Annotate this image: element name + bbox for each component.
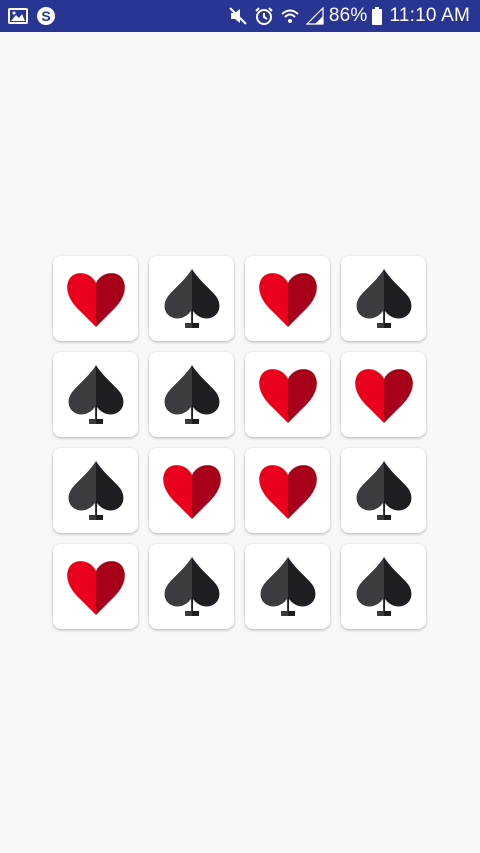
heart-icon: [352, 365, 416, 425]
card-spade[interactable]: [53, 352, 138, 437]
status-bar: S 86% 11:10 AM: [0, 0, 480, 32]
heart-icon: [64, 557, 128, 617]
spade-icon: [160, 267, 224, 331]
card-spade[interactable]: [149, 256, 234, 341]
spade-icon: [160, 363, 224, 427]
card-spade[interactable]: [341, 448, 426, 533]
spade-icon: [64, 459, 128, 523]
card-heart[interactable]: [341, 352, 426, 437]
card-spade[interactable]: [245, 544, 330, 629]
alarm-icon: [254, 6, 274, 26]
card-spade[interactable]: [341, 544, 426, 629]
spade-icon: [352, 555, 416, 619]
svg-text:S: S: [41, 8, 50, 24]
wifi-icon: [280, 6, 300, 26]
card-heart[interactable]: [245, 256, 330, 341]
heart-icon: [256, 461, 320, 521]
image-icon: [8, 7, 28, 25]
signal-icon: [305, 7, 324, 25]
card-spade[interactable]: [341, 256, 426, 341]
heart-icon: [160, 461, 224, 521]
spade-icon: [64, 363, 128, 427]
card-heart[interactable]: [149, 448, 234, 533]
battery-percentage: 86%: [328, 5, 368, 26]
heart-icon: [256, 365, 320, 425]
card-heart[interactable]: [53, 544, 138, 629]
clock: 11:10 AM: [389, 5, 470, 26]
status-bar-left: S: [8, 6, 64, 26]
card-spade[interactable]: [53, 448, 138, 533]
mute-icon: [228, 6, 248, 26]
skype-icon: S: [36, 6, 56, 26]
heart-icon: [64, 269, 128, 329]
card-grid: [53, 256, 427, 629]
heart-icon: [256, 269, 320, 329]
card-heart[interactable]: [245, 448, 330, 533]
spade-icon: [352, 459, 416, 523]
card-heart[interactable]: [245, 352, 330, 437]
status-bar-right: 86% 11:10 AM: [222, 5, 470, 27]
spade-icon: [160, 555, 224, 619]
card-heart[interactable]: [53, 256, 138, 341]
battery-icon: [371, 7, 382, 25]
card-spade[interactable]: [149, 544, 234, 629]
card-spade[interactable]: [149, 352, 234, 437]
spade-icon: [352, 267, 416, 331]
spade-icon: [256, 555, 320, 619]
